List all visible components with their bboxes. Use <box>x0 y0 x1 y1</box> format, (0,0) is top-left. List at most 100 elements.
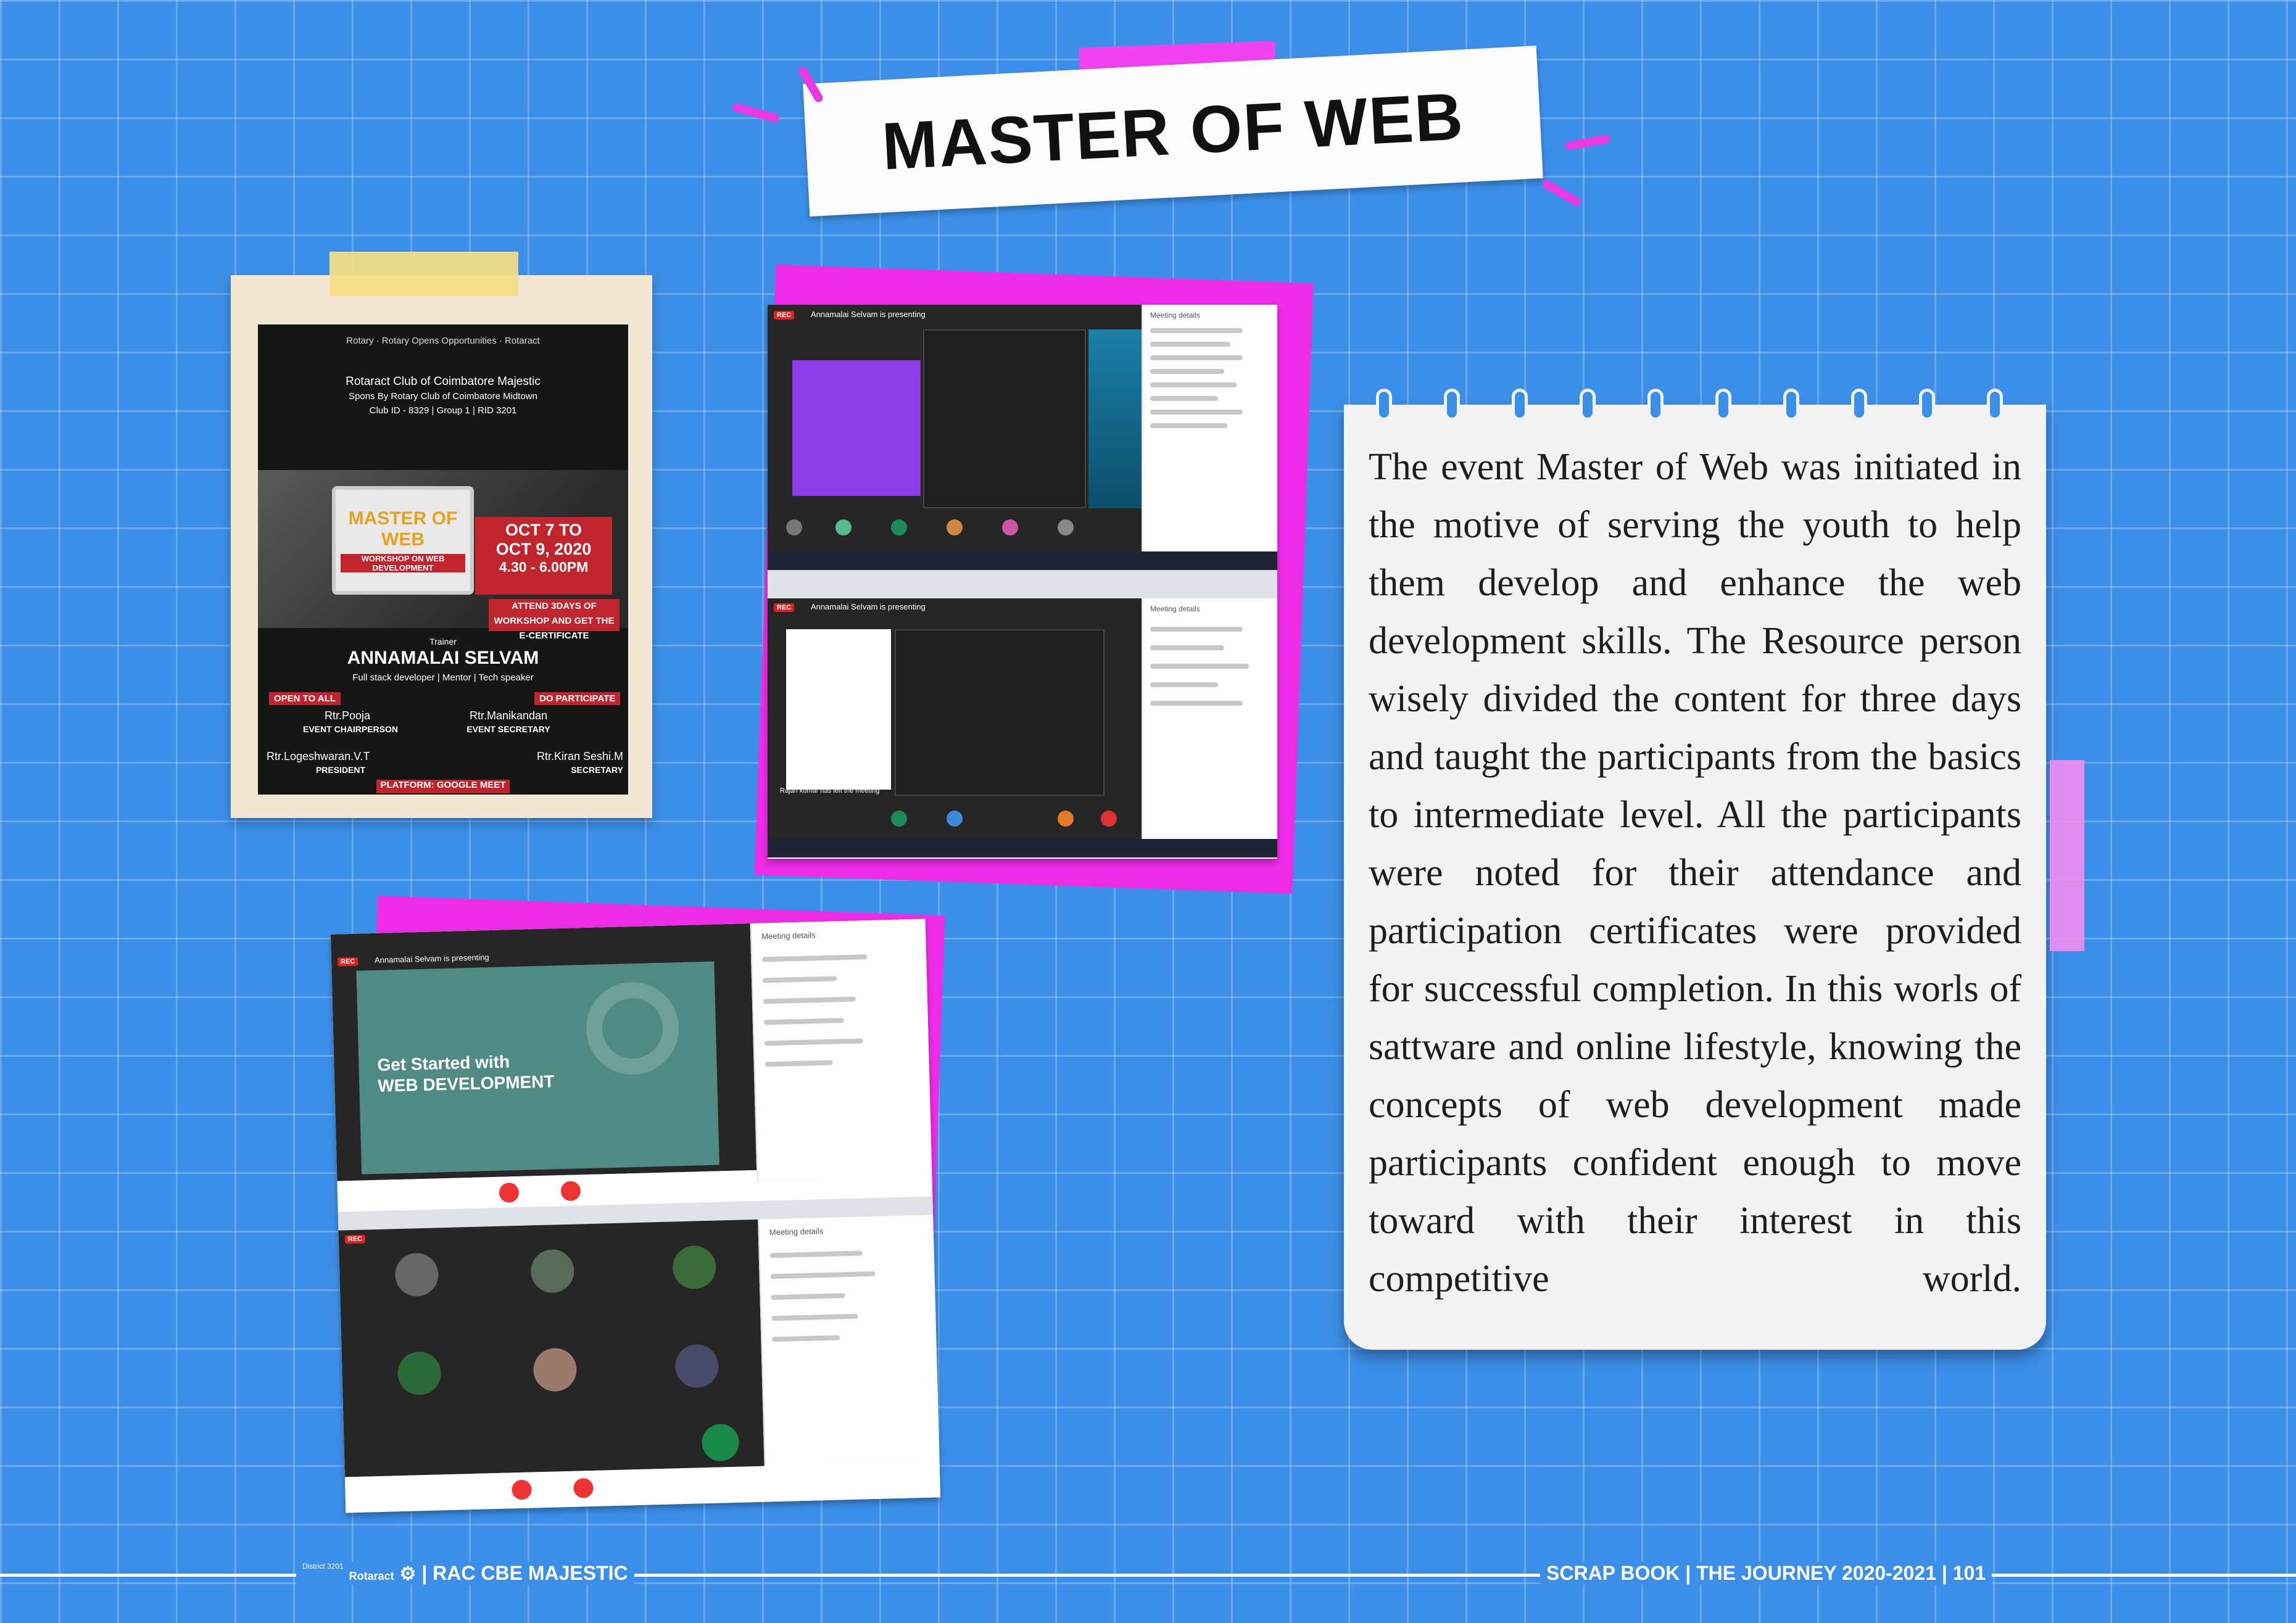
presenting-label: Annamalai Selvam is presenting <box>374 952 489 965</box>
presenting-label: Annamalai Selvam is presenting <box>811 310 926 319</box>
poster-sponsor: Spons By Rotary Club of Coimbatore Midto… <box>349 391 537 402</box>
meeting-details-panel: Meeting details <box>1142 598 1277 839</box>
meet-screenshot-top: REC Annamalai Selvam is presenting Meeti… <box>768 305 1277 859</box>
slide: Get Started with WEB DEVELOPMENT <box>356 961 719 1175</box>
mic-button <box>499 1182 520 1203</box>
shared-screen: REC Annamalai Selvam is presenting <box>768 305 1142 551</box>
binder-ring <box>1444 389 1460 421</box>
chat-line <box>1150 645 1224 650</box>
footer-left: District 3201 Rotaract ⚙ | RAC CBE MAJES… <box>296 1562 634 1585</box>
trainer-role: Full stack developer | Mentor | Tech spe… <box>352 672 534 683</box>
binder-ring <box>1647 389 1664 421</box>
participant-avatar <box>701 1423 740 1462</box>
shared-screen: REC Annamalai Selvam is presenting Rajan… <box>768 598 1142 839</box>
slide-circle <box>585 981 680 1076</box>
chairperson-role: EVENT CHAIRPERSON <box>302 724 399 734</box>
chat-line <box>771 1313 858 1321</box>
white-editor <box>786 629 891 790</box>
participant-line <box>1150 342 1230 347</box>
event-poster: Rotary · Rotary Opens Opportunities · Ro… <box>258 324 628 795</box>
chat-line <box>769 1250 863 1258</box>
participant-avatar <box>786 519 802 535</box>
poster-dates-2: OCT 9, 2020 <box>495 540 592 558</box>
participant-grid: REC <box>338 1219 765 1477</box>
rotaract-logo-text: Rotaract <box>349 1570 394 1582</box>
trainer-label: Trainer <box>429 637 457 646</box>
taskbar <box>768 551 1277 570</box>
chairperson-name: Rtr.Pooja <box>324 709 371 722</box>
rotary-wheel-icon: ⚙ <box>399 1564 417 1584</box>
rec-badge: REC <box>774 603 795 612</box>
purple-window <box>792 360 921 496</box>
mic-button <box>512 1479 532 1500</box>
binder-ring <box>1580 389 1596 421</box>
poster-dates-1: OCT 7 TO <box>505 521 582 539</box>
participant-avatar <box>835 519 852 535</box>
participant-avatar <box>891 811 907 827</box>
participant-line <box>1150 396 1218 401</box>
rec-badge: REC <box>774 311 795 320</box>
event-description: The event Master of Web was initiated in… <box>1369 446 2021 1300</box>
footer-right: SCRAP BOOK | THE JOURNEY 2020-2021 | 101 <box>1540 1562 1992 1585</box>
camera-button <box>573 1477 594 1498</box>
participant-avatar <box>1058 519 1074 535</box>
participant-avatar <box>1058 811 1074 827</box>
shared-screen: REC Annamalai Selvam is presenting Get S… <box>330 923 757 1181</box>
spark-decoration <box>1541 178 1583 208</box>
participant-line <box>1150 369 1224 374</box>
participant-line <box>1150 328 1243 333</box>
chat-line <box>763 996 856 1004</box>
poster-time: 4.30 - 6.00PM <box>499 559 589 575</box>
chat-line <box>771 1293 845 1300</box>
poster-logos: Rotary · Rotary Opens Opportunities · Ro… <box>346 336 540 346</box>
poster-club-id: Club ID - 8329 | Group 1 | RID 3201 <box>369 405 517 416</box>
code-editor <box>923 329 1086 508</box>
browser-bar <box>768 570 1277 598</box>
chat-line <box>772 1335 840 1342</box>
platform-tag: PLATFORM: GOOGLE MEET <box>376 780 510 793</box>
open-to-all-tag: OPEN TO ALL <box>269 692 341 705</box>
poster-attend: ATTEND 3DAYS OF WORKSHOP AND GET THE E-C… <box>489 599 620 641</box>
slide-title-1: Get Started with <box>377 1052 510 1075</box>
camera-button <box>560 1181 581 1202</box>
card-tape <box>2050 760 2084 951</box>
code-editor <box>895 629 1104 796</box>
participant-line <box>1150 423 1227 428</box>
chat-line <box>770 1271 876 1279</box>
panel-title: Meeting details <box>769 1226 824 1237</box>
chat-line <box>1150 664 1249 669</box>
president-name: Rtr.Logeshwaran.V.T <box>267 750 370 762</box>
imac-illustration: MASTER OF WEB WORKSHOP ON WEB DEVELOPMEN… <box>332 486 474 595</box>
binder-ring <box>1987 389 2003 421</box>
participant-avatar <box>672 1245 717 1290</box>
binder-ring <box>1851 389 1867 421</box>
poster-subhead: WORKSHOP ON WEB DEVELOPMENT <box>341 554 465 572</box>
president-role: PRESIDENT <box>315 765 366 775</box>
spark-decoration <box>1564 134 1611 151</box>
secretary-role: SECRETARY <box>571 765 623 775</box>
participant-avatar <box>397 1351 442 1396</box>
meeting-details-panel: Meeting details <box>750 919 932 1183</box>
date-badge: OCT 7 TO OCT 9, 2020 4.30 - 6.00PM <box>475 517 612 595</box>
footer-club-name: | RAC CBE MAJESTIC <box>421 1562 628 1584</box>
taskbar <box>768 839 1277 857</box>
participant-avatar <box>947 519 963 535</box>
participant-avatar <box>947 811 963 827</box>
do-participate-tag: DO PARTICIPATE <box>534 692 621 705</box>
participant-line <box>1150 410 1243 415</box>
panel-title: Meeting details <box>1150 311 1200 320</box>
meeting-details-panel: Meeting details <box>758 1215 940 1466</box>
poster-headline: MASTER OF WEB <box>348 508 458 550</box>
district-label: District 3201 <box>302 1562 344 1571</box>
participant-avatar <box>1002 519 1018 535</box>
chat-line <box>762 976 837 983</box>
participant-avatar <box>394 1252 439 1297</box>
participant-avatar <box>674 1344 719 1389</box>
chat-line <box>1150 701 1243 706</box>
chat-line <box>1150 682 1218 687</box>
chat-line <box>1150 627 1243 632</box>
secretary-name: Rtr.Kiran Seshi.M <box>536 750 623 762</box>
binder-ring <box>1783 389 1799 421</box>
slide-title-2: WEB DEVELOPMENT <box>377 1072 555 1096</box>
rec-badge: REC <box>337 957 358 967</box>
